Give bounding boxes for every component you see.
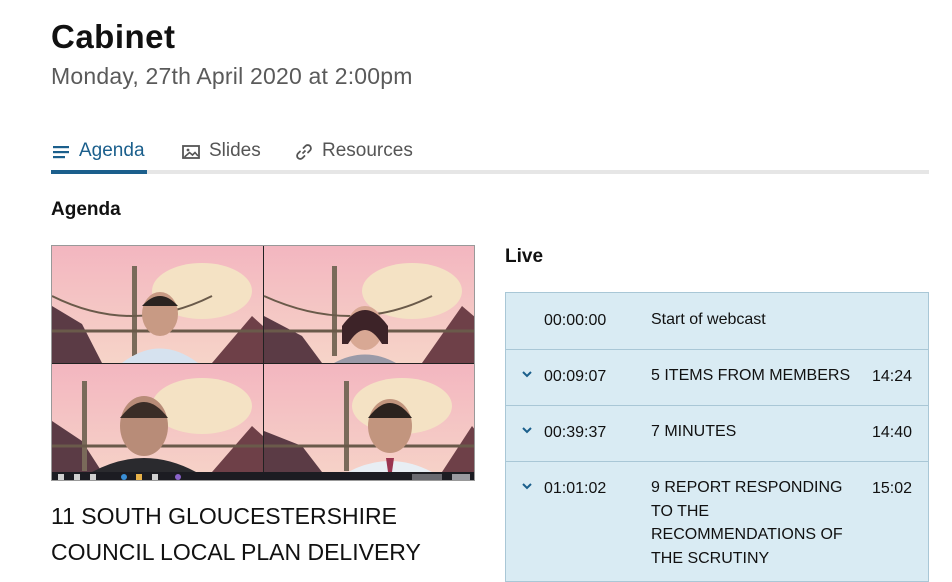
entry-clock-time: 14:24 — [871, 368, 912, 385]
list-icon — [53, 146, 69, 159]
live-agenda-list: 00:00:00 Start of webcast 00:09:07 5 ITE… — [505, 292, 929, 582]
participant-tile-4 — [264, 364, 474, 480]
tab-resources-label: Resources — [322, 140, 413, 161]
entry-timestamp: 00:39:37 — [544, 424, 607, 441]
entry-name: Start of webcast — [651, 311, 766, 328]
entry-timestamp: 00:09:07 — [544, 368, 607, 385]
participant-tile-2 — [263, 246, 474, 363]
tab-bar: Agenda Slides Resources — [51, 134, 929, 174]
tab-resources[interactable]: Resources — [294, 134, 413, 174]
live-heading: Live — [505, 246, 544, 267]
tab-slides[interactable]: Slides — [181, 134, 261, 174]
chevron-down-icon[interactable] — [520, 423, 534, 437]
entry-name: 5 ITEMS FROM MEMBERS — [651, 367, 851, 384]
live-entry[interactable]: 00:00:00 Start of webcast — [506, 293, 928, 350]
entry-timestamp: 01:01:02 — [544, 480, 607, 497]
live-entry[interactable]: 00:09:07 5 ITEMS FROM MEMBERS 14:24 — [506, 349, 928, 406]
current-agenda-item-title: 11 SOUTH GLOUCESTERSHIRE COUNCIL LOCAL P… — [51, 503, 421, 565]
entry-clock-time: 14:40 — [871, 424, 912, 441]
chevron-down-icon[interactable] — [520, 479, 534, 493]
webcast-video-player[interactable] — [51, 245, 475, 481]
entry-clock-time: 15:02 — [871, 480, 912, 497]
link-icon — [296, 144, 312, 160]
image-icon — [182, 145, 200, 159]
page-title: Cabinet — [51, 18, 176, 55]
participant-tile-3 — [52, 364, 263, 480]
tab-slides-label: Slides — [209, 140, 261, 161]
windows-taskbar — [52, 472, 474, 480]
tab-agenda[interactable]: Agenda — [51, 134, 147, 174]
entry-name: 9 REPORT RESPONDING TO THE RECOMMENDATIO… — [651, 479, 843, 567]
live-entry[interactable]: 00:39:37 7 MINUTES 14:40 — [506, 405, 928, 462]
meeting-datetime: Monday, 27th April 2020 at 2:00pm — [51, 63, 413, 89]
entry-timestamp: 00:00:00 — [544, 312, 607, 329]
video-frame — [52, 246, 474, 480]
tab-agenda-label: Agenda — [79, 140, 145, 161]
chevron-down-icon[interactable] — [520, 367, 534, 381]
participant-tile-1 — [52, 246, 263, 363]
agenda-heading: Agenda — [51, 199, 121, 220]
entry-name: 7 MINUTES — [651, 423, 737, 440]
